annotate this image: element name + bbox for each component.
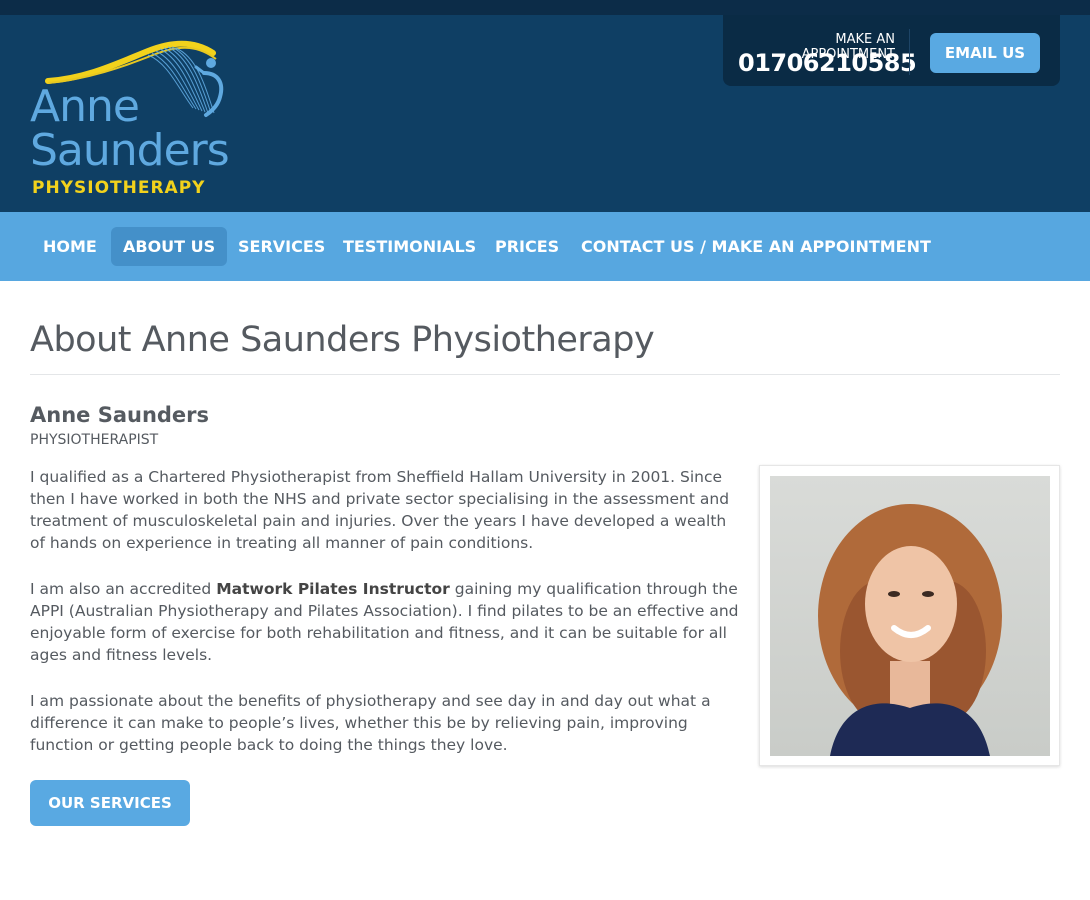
pilates-highlight: Matwork Pilates Instructor xyxy=(216,580,450,598)
nav-item-prices[interactable]: PRICES xyxy=(483,227,571,266)
our-services-button[interactable]: OUR SERVICES xyxy=(30,780,190,826)
logo-text-anne: Anne xyxy=(30,81,140,132)
top-strip xyxy=(0,0,1090,15)
nav-item-services[interactable]: SERVICES xyxy=(226,227,337,266)
bio-paragraph-2: I am also an accredited Matwork Pilates … xyxy=(30,578,745,666)
bio-paragraph-3: I am passionate about the benefits of ph… xyxy=(30,692,711,754)
profile-photo-frame xyxy=(759,465,1060,766)
page-title: About Anne Saunders Physiotherapy xyxy=(30,320,655,360)
phone-number-link[interactable]: 01706210585 xyxy=(738,49,917,77)
email-us-button[interactable]: EMAIL US xyxy=(930,33,1040,73)
bio-paragraph-2-intro: I am also an accredited xyxy=(30,580,217,598)
nav-item-testimonials[interactable]: TESTIMONIALS xyxy=(331,227,488,266)
person-name: Anne Saunders xyxy=(30,403,210,427)
appointment-box: MAKE AN APPOINTMENT 01706210585 EMAIL US xyxy=(723,15,1060,86)
nav-item-home[interactable]: HOME xyxy=(31,227,109,266)
site-header: Anne Saunders PHYSIOTHERAPY MAKE AN APPO… xyxy=(0,15,1090,212)
title-divider xyxy=(30,374,1060,375)
site-logo[interactable]: Anne Saunders PHYSIOTHERAPY xyxy=(28,33,238,198)
profile-photo xyxy=(770,476,1050,756)
bio-paragraph-1: I qualified as a Chartered Physiotherapi… xyxy=(30,468,730,552)
logo-text-saunders: Saunders xyxy=(30,125,230,176)
person-role: PHYSIOTHERAPIST xyxy=(30,432,159,448)
nav-item-contact[interactable]: CONTACT US / MAKE AN APPOINTMENT xyxy=(569,227,943,266)
nav-item-about-us[interactable]: ABOUT US xyxy=(111,227,228,266)
appointment-divider xyxy=(909,29,910,75)
main-navigation: HOME ABOUT US SERVICES TESTIMONIALS PRIC… xyxy=(0,212,1090,281)
logo-text-physiotherapy: PHYSIOTHERAPY xyxy=(32,178,206,198)
